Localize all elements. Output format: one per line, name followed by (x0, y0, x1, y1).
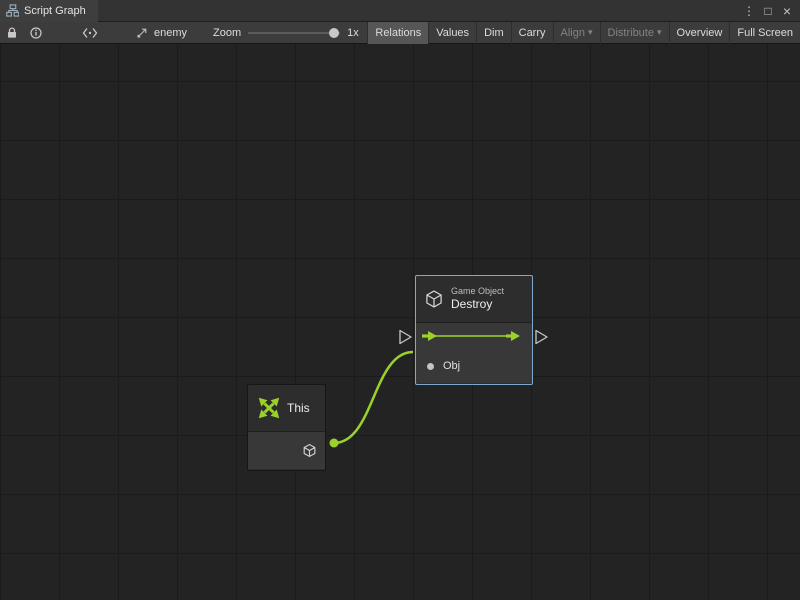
lock-icon (6, 27, 18, 39)
tab-script-graph[interactable]: Script Graph (0, 0, 98, 22)
script-graph-icon (6, 4, 19, 17)
node-this[interactable]: This (247, 384, 326, 471)
flow-input-port[interactable] (400, 331, 411, 344)
cube-icon (424, 289, 444, 309)
obj-input-row: Obj (416, 349, 532, 383)
connections-overlay (0, 44, 800, 600)
obj-input-port[interactable] (427, 363, 434, 370)
node-category: Game Object (451, 286, 504, 297)
flow-output-port[interactable] (536, 331, 547, 344)
toolbar-button-relations[interactable]: Relations (367, 22, 428, 44)
toolbar-button-carry[interactable]: Carry (511, 22, 553, 44)
angle-brackets-icon (82, 27, 98, 39)
zoom-slider-handle[interactable] (329, 28, 339, 38)
flow-relation-row (416, 323, 532, 349)
window-menu-button[interactable]: ⋮ (740, 1, 758, 21)
zoom-slider[interactable] (248, 32, 340, 34)
info-icon (30, 27, 42, 39)
node-this-header: This (248, 385, 325, 431)
maximize-button[interactable]: □ (759, 1, 777, 21)
title-bar: Script Graph ⋮ □ × (0, 0, 800, 22)
flow-arrows-icon (422, 328, 526, 344)
info-button[interactable] (24, 22, 48, 44)
gameobject-output-port[interactable] (302, 443, 317, 458)
toolbar-button-distribute[interactable]: Distribute ▾ (600, 22, 669, 44)
node-destroy-header: Game Object Destroy (416, 276, 532, 322)
node-title: Destroy (451, 297, 504, 312)
close-button[interactable]: × (778, 1, 796, 21)
this-output-port-dot[interactable] (330, 439, 339, 448)
zoom-value: 1x (347, 27, 359, 39)
node-destroy-body: Obj (416, 322, 532, 383)
toolbar-button-dim[interactable]: Dim (476, 22, 511, 44)
chevron-down-icon: ▾ (657, 28, 662, 37)
this-icon (257, 396, 281, 420)
toolbar-button-group: Relations Values Dim Carry Align ▾ Distr… (367, 22, 800, 44)
graph-canvas[interactable]: Game Object Destroy Obj (0, 44, 800, 600)
graph-breadcrumb[interactable]: enemy (136, 26, 187, 39)
lock-button[interactable] (0, 22, 24, 44)
zoom-label: Zoom (213, 27, 241, 39)
node-this-body (248, 431, 325, 469)
tab-title: Script Graph (24, 5, 86, 17)
node-title: This (287, 401, 310, 415)
connection-wire[interactable] (334, 352, 413, 443)
toolbar-button-fullscreen[interactable]: Full Screen (729, 22, 800, 44)
graph-toolbar: enemy Zoom 1x Relations Values Dim Carry… (0, 22, 800, 44)
toolbar-button-align[interactable]: Align ▾ (553, 22, 600, 44)
toolbar-button-overview[interactable]: Overview (669, 22, 730, 44)
graph-name: enemy (154, 27, 187, 39)
graph-inspector-button[interactable] (78, 22, 102, 44)
chevron-down-icon: ▾ (588, 28, 593, 37)
toolbar-button-values[interactable]: Values (428, 22, 476, 44)
graph-icon (136, 26, 149, 39)
obj-port-label: Obj (443, 360, 460, 372)
node-destroy[interactable]: Game Object Destroy Obj (415, 275, 533, 385)
